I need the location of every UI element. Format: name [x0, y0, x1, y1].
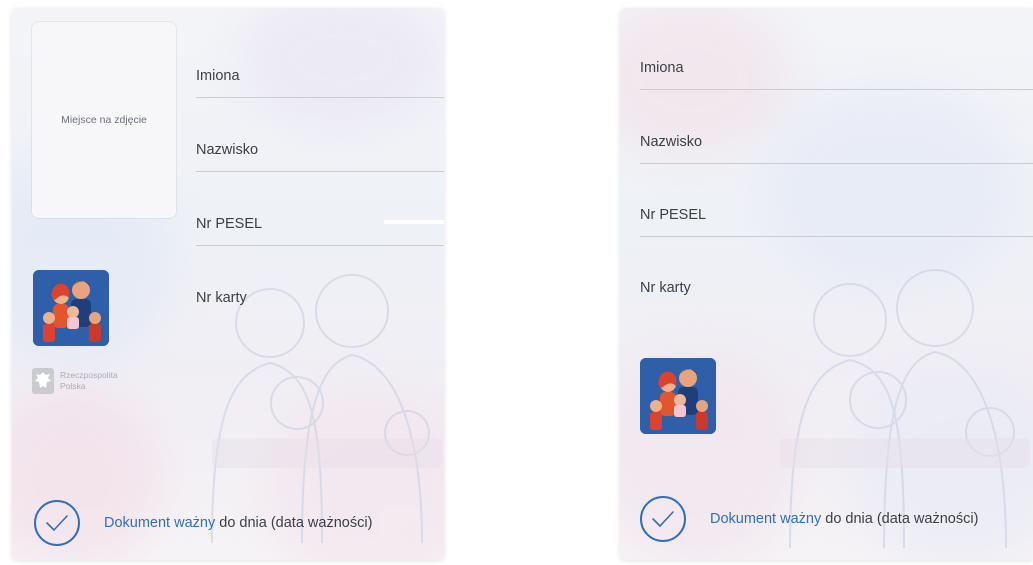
field-surname: Nazwisko — [196, 132, 444, 172]
validity-accent: Dokument ważny — [710, 511, 822, 527]
validity-row: Dokument ważny do dnia (data ważności) — [640, 496, 978, 542]
field-label: Nazwisko — [196, 142, 259, 158]
field-label: Nr PESEL — [640, 207, 707, 223]
photo-placeholder: Miejsce na zdjęcie — [32, 22, 176, 218]
field-divider — [640, 163, 1033, 164]
check-circle-icon — [640, 496, 686, 542]
field-surname: Nazwisko — [640, 124, 1033, 164]
emblem-text-line1: Rzeczpospolita — [60, 370, 118, 380]
eagle-emblem-icon — [32, 368, 54, 394]
validity-rest: do dnia (data ważności) — [825, 511, 979, 527]
check-circle-icon — [34, 500, 80, 546]
emblem-block: Rzeczpospolita Polska — [32, 368, 118, 394]
field-label: Nr karty — [196, 290, 247, 306]
field-label: Imiona — [196, 68, 240, 84]
field-divider — [640, 89, 1033, 90]
field-label: Imiona — [640, 60, 684, 76]
family-icon — [33, 270, 109, 346]
field-pesel: Nr PESEL — [640, 197, 1033, 237]
field-label: Nr PESEL — [196, 216, 263, 232]
connector-line — [384, 220, 444, 224]
validity-accent: Dokument ważny — [104, 515, 216, 531]
field-divider — [196, 171, 444, 172]
field-divider — [196, 97, 444, 98]
validity-text: Dokument ważny do dnia (data ważności) — [710, 511, 978, 527]
field-label: Nazwisko — [640, 134, 703, 150]
validity-text: Dokument ważny do dnia (data ważności) — [104, 515, 372, 531]
field-first-names: Imiona — [640, 50, 1033, 90]
field-label: Nr karty — [640, 280, 691, 296]
field-first-names: Imiona — [196, 58, 444, 98]
validity-row: Dokument ważny do dnia (data ważności) — [34, 500, 372, 546]
emblem-text-line2: Polska — [60, 381, 86, 391]
field-card-number: Nr karty — [196, 280, 444, 320]
photo-placeholder-label: Miejsce na zdjęcie — [61, 114, 147, 126]
document-card-back: Imiona Nazwisko Nr PESEL Nr karty Dokume… — [620, 8, 1033, 560]
field-divider — [640, 236, 1033, 237]
document-card-front: Miejsce na zdjęcie Imiona Nazwisko Nr PE… — [12, 8, 444, 560]
validity-rest: do dnia (data ważności) — [219, 515, 373, 531]
field-pesel: Nr PESEL — [196, 206, 444, 246]
field-divider — [196, 245, 444, 246]
family-icon — [640, 358, 716, 434]
field-card-number: Nr karty — [640, 270, 1033, 310]
